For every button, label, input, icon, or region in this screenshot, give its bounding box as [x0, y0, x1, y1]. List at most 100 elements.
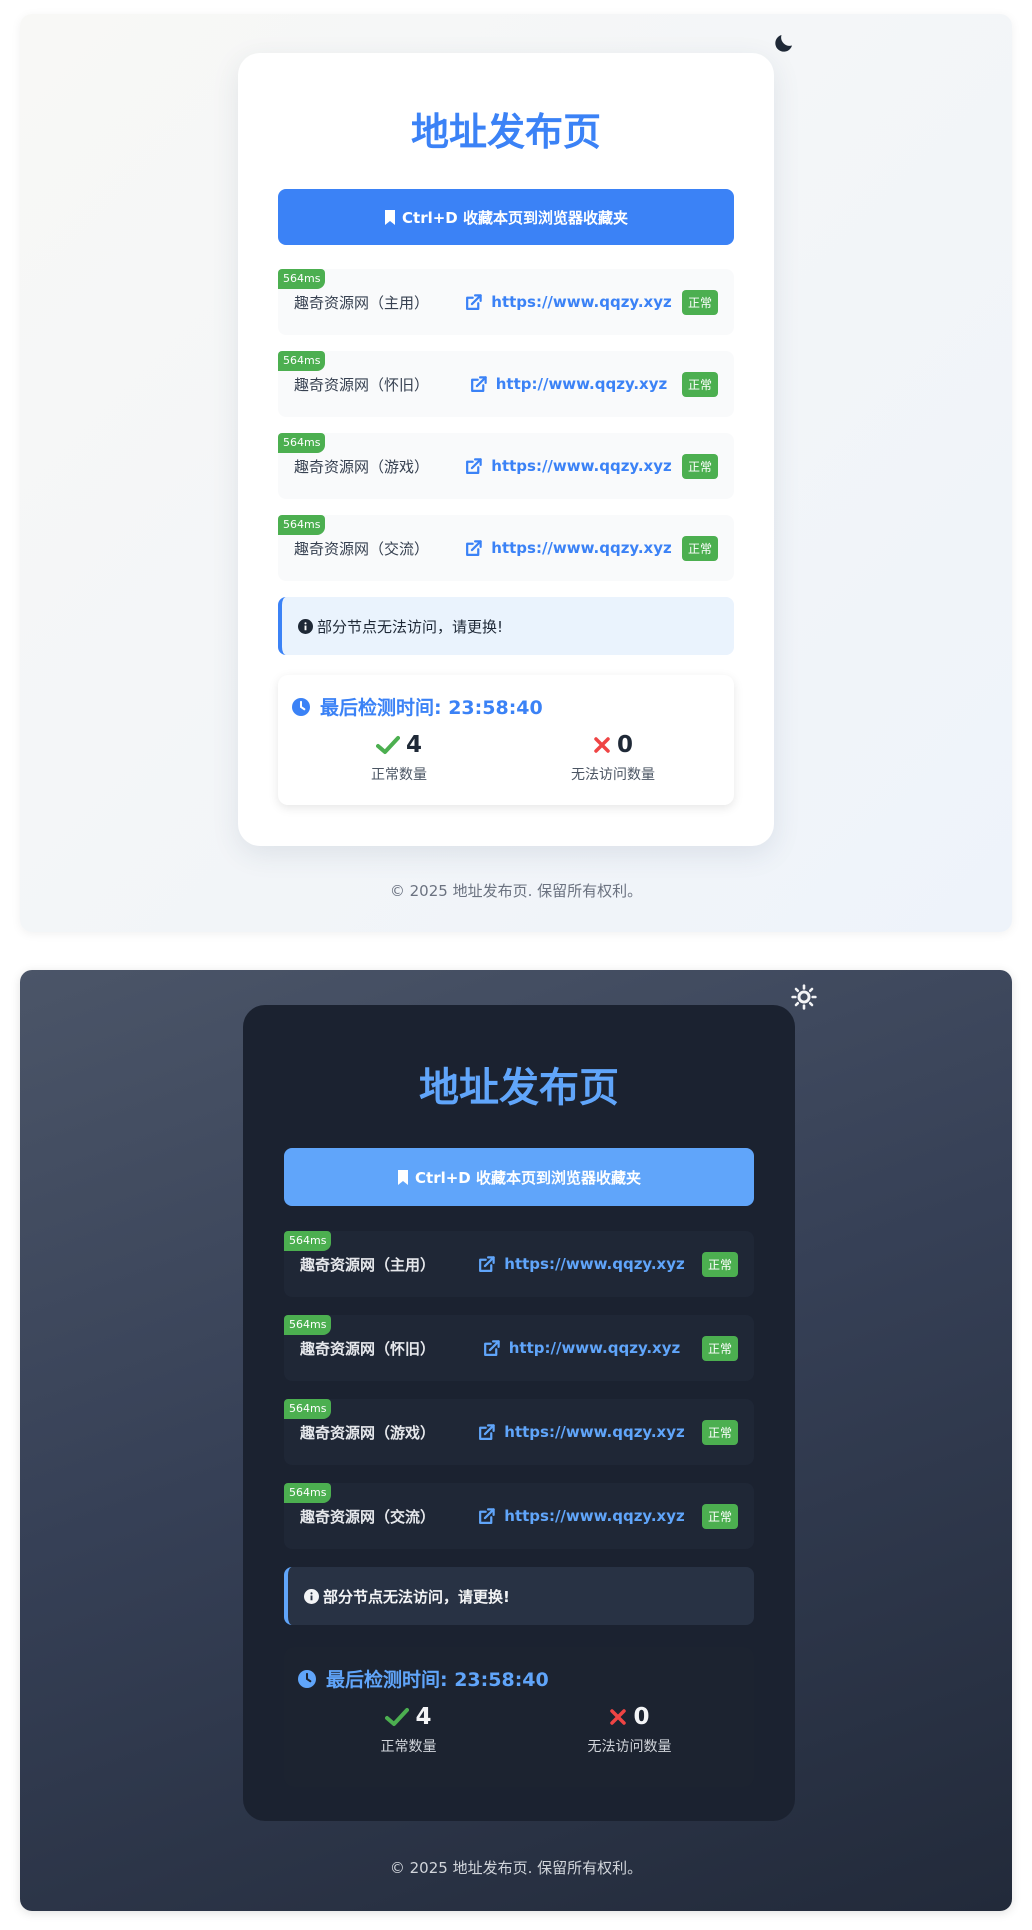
site-name: 趣奇资源网（主用） [294, 293, 430, 312]
x-icon [594, 737, 610, 753]
notice-box: 部分节点无法访问，请更换! [278, 597, 734, 655]
bookmark-icon [398, 1169, 409, 1185]
bookmark-button-label: Ctrl+D 收藏本页到浏览器收藏夹 [402, 208, 628, 227]
site-link[interactable]: https://www.qqzy.xyz [454, 539, 682, 558]
fail-count: 0 [633, 1704, 650, 1730]
light-theme-preview: 地址发布页 Ctrl+D 收藏本页到浏览器收藏夹 564ms 趣奇资源网（主用）… [20, 14, 1012, 932]
notice-box: 部分节点无法访问，请更换! [284, 1567, 754, 1625]
external-link-icon [479, 1255, 495, 1272]
site-link[interactable]: https://www.qqzy.xyz [454, 293, 682, 312]
x-icon [610, 1709, 627, 1725]
status-badge: 正常 [681, 453, 718, 479]
latency-badge: 564ms [284, 1483, 332, 1503]
stats-row: 4 正常数量 0 无法访问数量 [292, 732, 720, 784]
status-badge: 正常 [701, 1335, 738, 1361]
theme-toggle-button[interactable] [789, 982, 819, 1012]
main-card: 地址发布页 Ctrl+D 收藏本页到浏览器收藏夹 564ms 趣奇资源网（主用）… [238, 53, 774, 846]
ok-label: 正常数量 [380, 1739, 437, 1755]
external-link-icon [466, 293, 482, 310]
site-list: 564ms 趣奇资源网（主用） https://www.qqzy.xyz 正常 … [278, 269, 734, 581]
site-url: https://www.qqzy.xyz [491, 539, 672, 557]
stats-card: 最后检测时间: 23:58:40 4 正常数量 0 无法访问数量 [278, 675, 734, 805]
sun-icon [791, 984, 817, 1010]
latency-badge: 564ms [284, 1399, 332, 1419]
page-title: 地址发布页 [419, 1065, 619, 1111]
footer: © 2025 地址发布页. 保留所有权利。 [389, 1859, 643, 1877]
status-badge: 正常 [701, 1503, 738, 1529]
site-row: 564ms 趣奇资源网（主用） https://www.qqzy.xyz 正常 [284, 1231, 754, 1297]
ok-count: 4 [405, 732, 422, 758]
footer: © 2025 地址发布页. 保留所有权利。 [389, 882, 643, 900]
last-check-time: 最后检测时间: 23:58:40 [292, 693, 720, 720]
fail-count: 0 [616, 732, 633, 758]
ok-stat: 4 正常数量 [298, 1704, 519, 1756]
last-check-time: 最后检测时间: 23:58:40 [298, 1665, 740, 1692]
latency-badge: 564ms [278, 269, 326, 289]
moon-icon [775, 35, 792, 52]
status-badge: 正常 [681, 289, 718, 315]
status-badge: 正常 [681, 371, 718, 397]
status-badge: 正常 [681, 535, 718, 561]
latency-badge: 564ms [284, 1315, 332, 1335]
fail-count-row: 0 [506, 732, 720, 758]
site-row: 564ms 趣奇资源网（交流） https://www.qqzy.xyz 正常 [284, 1483, 754, 1549]
ok-label: 正常数量 [371, 767, 427, 783]
site-url: https://www.qqzy.xyz [491, 293, 672, 311]
fail-stat: 0 无法访问数量 [506, 732, 720, 784]
last-check-text: 最后检测时间: 23:58:40 [326, 1669, 549, 1691]
bookmark-button[interactable]: Ctrl+D 收藏本页到浏览器收藏夹 [284, 1148, 754, 1206]
site-list: 564ms 趣奇资源网（主用） https://www.qqzy.xyz 正常 … [284, 1231, 754, 1549]
bookmark-icon [385, 209, 396, 225]
latency-badge: 564ms [278, 515, 326, 535]
external-link-icon [479, 1507, 495, 1524]
site-link[interactable]: https://www.qqzy.xyz [460, 1255, 702, 1274]
external-link-icon [466, 539, 482, 556]
fail-count-row: 0 [519, 1704, 740, 1730]
external-link-icon [483, 1339, 500, 1356]
bookmark-button[interactable]: Ctrl+D 收藏本页到浏览器收藏夹 [278, 189, 734, 245]
site-url: http://www.qqzy.xyz [495, 375, 668, 393]
clock-icon [298, 1669, 316, 1688]
site-link[interactable]: http://www.qqzy.xyz [454, 375, 682, 394]
site-link[interactable]: https://www.qqzy.xyz [460, 1507, 702, 1526]
status-badge: 正常 [701, 1419, 738, 1445]
check-icon [385, 1708, 410, 1726]
theme-toggle-button[interactable] [769, 28, 799, 58]
site-name: 趣奇资源网（怀旧） [300, 1339, 436, 1358]
notice-text: 部分节点无法访问，请更换! [323, 1587, 510, 1606]
main-card: 地址发布页 Ctrl+D 收藏本页到浏览器收藏夹 564ms 趣奇资源网（主用）… [243, 1005, 795, 1821]
external-link-icon [466, 457, 482, 474]
info-circle-icon [298, 618, 313, 634]
external-link-icon [470, 375, 487, 392]
external-link-icon [479, 1423, 495, 1440]
site-row: 564ms 趣奇资源网（游戏） https://www.qqzy.xyz 正常 [278, 433, 734, 499]
site-row: 564ms 趣奇资源网（游戏） https://www.qqzy.xyz 正常 [284, 1399, 754, 1465]
site-url: http://www.qqzy.xyz [508, 1339, 681, 1357]
site-link[interactable]: http://www.qqzy.xyz [460, 1339, 702, 1358]
site-url: https://www.qqzy.xyz [504, 1507, 685, 1525]
site-link[interactable]: https://www.qqzy.xyz [454, 457, 682, 476]
fail-label: 无法访问数量 [571, 767, 655, 783]
latency-badge: 564ms [284, 1231, 332, 1251]
site-link[interactable]: https://www.qqzy.xyz [460, 1423, 702, 1442]
info-circle-icon [304, 1588, 319, 1604]
check-icon [375, 736, 400, 754]
ok-stat: 4 正常数量 [292, 732, 506, 784]
site-row: 564ms 趣奇资源网（主用） https://www.qqzy.xyz 正常 [278, 269, 734, 335]
site-name: 趣奇资源网（主用） [300, 1255, 436, 1274]
ok-count-row: 4 [298, 1704, 519, 1730]
dark-theme-preview: 地址发布页 Ctrl+D 收藏本页到浏览器收藏夹 564ms 趣奇资源网（主用）… [20, 970, 1012, 1911]
stats-card: 最后检测时间: 23:58:40 4 正常数量 0 无法访问数量 [284, 1647, 754, 1787]
stats-row: 4 正常数量 0 无法访问数量 [298, 1704, 740, 1756]
ok-count: 4 [415, 1704, 432, 1730]
site-name: 趣奇资源网（怀旧） [294, 375, 430, 394]
fail-stat: 0 无法访问数量 [519, 1704, 740, 1756]
notice-text: 部分节点无法访问，请更换! [317, 617, 504, 636]
site-name: 趣奇资源网（交流） [294, 539, 430, 558]
clock-icon [292, 697, 310, 716]
status-badge: 正常 [701, 1251, 738, 1277]
site-name: 趣奇资源网（交流） [300, 1507, 436, 1526]
ok-count-row: 4 [292, 732, 506, 758]
latency-badge: 564ms [278, 433, 326, 453]
site-row: 564ms 趣奇资源网（怀旧） http://www.qqzy.xyz 正常 [278, 351, 734, 417]
